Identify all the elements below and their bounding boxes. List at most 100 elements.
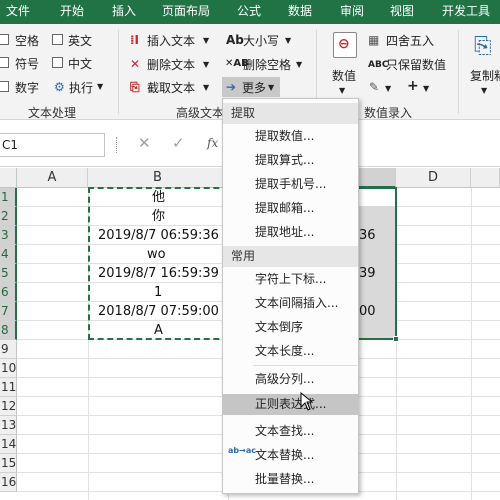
- cell-c5[interactable]: 39: [359, 264, 376, 283]
- extract-text-icon: ⎘: [130, 80, 140, 94]
- menu-item-batch-replace[interactable]: 批量替换...: [223, 469, 358, 490]
- arrow-right-icon: ➔: [226, 80, 237, 94]
- menu-item-extract-address[interactable]: 提取地址...: [223, 222, 358, 243]
- more-button-label: 更多: [242, 81, 267, 95]
- execute-button[interactable]: 执行: [69, 79, 93, 96]
- row-header[interactable]: 1: [0, 188, 17, 207]
- group-label-text-processing: 文本处理: [28, 106, 77, 120]
- execute-icon: ⚙: [54, 80, 65, 94]
- case-icon: Ab: [226, 33, 244, 47]
- menu-separator: [253, 365, 357, 366]
- row-header[interactable]: 12: [0, 397, 17, 416]
- keep-values-button[interactable]: 只保留数值: [386, 56, 446, 73]
- row-header[interactable]: 14: [0, 435, 17, 454]
- cancel-icon[interactable]: ✕: [138, 136, 151, 151]
- row-header[interactable]: 16: [0, 473, 17, 492]
- gridline: [471, 188, 472, 500]
- row-header[interactable]: 9: [0, 340, 17, 359]
- menu-item-extract-email[interactable]: 提取邮箱...: [223, 198, 358, 219]
- row-header[interactable]: 8: [0, 321, 17, 340]
- copy-marquee: [88, 187, 229, 340]
- row-header[interactable]: 2: [0, 207, 17, 226]
- chevron-down-icon: ▼: [203, 36, 210, 45]
- delete-space-button[interactable]: 删除空格: [243, 56, 291, 73]
- cell-c7[interactable]: 00: [359, 302, 376, 321]
- row-header[interactable]: 3: [0, 226, 17, 245]
- tab-formulas[interactable]: 公式: [237, 0, 261, 24]
- more-dropdown-menu: 提取 提取数值... 提取算式... 提取手机号... 提取邮箱... 提取地址…: [222, 98, 359, 494]
- name-box[interactable]: C1: [0, 133, 105, 157]
- cell-c3[interactable]: 36: [359, 226, 376, 245]
- tab-data[interactable]: 数据: [288, 0, 312, 24]
- column-header-a[interactable]: A: [17, 168, 88, 188]
- tab-view[interactable]: 视图: [390, 0, 414, 24]
- tab-review[interactable]: 审阅: [340, 0, 364, 24]
- tab-page-layout[interactable]: 页面布局: [162, 0, 210, 24]
- row-header[interactable]: 15: [0, 454, 17, 473]
- menu-item-interval-insert[interactable]: 文本间隔插入...: [223, 293, 358, 314]
- chevron-down-icon: ▼: [203, 60, 210, 69]
- insert-text-button[interactable]: 插入文本: [147, 32, 195, 49]
- row-header[interactable]: 11: [0, 378, 17, 397]
- row-header[interactable]: 4: [0, 245, 17, 264]
- copy-paste-icon: ⎘: [474, 34, 492, 59]
- tab-developer[interactable]: 开发工具: [442, 0, 490, 24]
- chevron-down-icon: ▼: [268, 83, 275, 92]
- menu-item-extract-number[interactable]: 提取数值...: [223, 126, 358, 147]
- chinese-checkbox-label: 中文: [68, 57, 93, 71]
- plus-button[interactable]: +: [407, 78, 419, 94]
- ribbon-tab-bar: 文件 开始 插入 页面布局 公式 数据 审阅 视图 开发工具: [0, 0, 500, 24]
- insert-function-icon[interactable]: fx: [207, 136, 218, 150]
- menu-item-regex[interactable]: 正则表达式...: [223, 394, 358, 415]
- symbol-checkbox-label: 符号: [15, 57, 40, 71]
- mouse-cursor-icon: [300, 392, 314, 411]
- group-divider: [458, 30, 459, 114]
- chevron-down-icon: ▼: [339, 86, 346, 95]
- menu-section-common: 常用: [223, 246, 358, 267]
- chevron-down-icon: ▼: [296, 60, 303, 69]
- edit-icon: ✎: [369, 80, 380, 94]
- menu-item-reverse-text[interactable]: 文本倒序: [223, 317, 358, 338]
- numeric-icon: ⊖: [333, 32, 357, 58]
- english-checkbox-label: 英文: [68, 34, 93, 48]
- row-header[interactable]: 5: [0, 264, 17, 283]
- numeric-button[interactable]: 数值: [332, 67, 356, 84]
- chevron-down-icon: ▼: [285, 36, 292, 45]
- group-divider: [118, 30, 119, 114]
- tab-file[interactable]: 文件: [6, 0, 30, 24]
- case-button[interactable]: 大小写: [243, 32, 279, 49]
- column-header-b[interactable]: B: [88, 168, 228, 188]
- group-label-advanced-text: 高级文本: [176, 106, 225, 120]
- replace-icon: ab→ac: [228, 446, 256, 455]
- english-checkbox[interactable]: [52, 34, 63, 45]
- menu-item-text-length[interactable]: 文本长度...: [223, 341, 358, 362]
- menu-item-extract-phone[interactable]: 提取手机号...: [223, 174, 358, 195]
- space-checkbox[interactable]: [0, 34, 9, 45]
- row-header[interactable]: 10: [0, 359, 17, 378]
- tab-home[interactable]: 开始: [60, 0, 84, 24]
- number-checkbox[interactable]: [0, 81, 9, 92]
- menu-item-text-find[interactable]: 文本查找...: [223, 421, 358, 442]
- chevron-down-icon: ▼: [97, 82, 104, 91]
- select-all-corner[interactable]: [0, 168, 17, 188]
- extract-text-button[interactable]: 截取文本: [147, 79, 195, 96]
- confirm-icon[interactable]: ✓: [172, 136, 185, 151]
- fill-handle[interactable]: [393, 336, 399, 342]
- row-header[interactable]: 13: [0, 416, 17, 435]
- menu-item-advanced-split[interactable]: 高级分列...: [223, 369, 358, 390]
- column-header-d[interactable]: D: [396, 168, 471, 188]
- delete-text-icon: ✕: [130, 57, 141, 71]
- round-button[interactable]: 四舍五入: [386, 32, 434, 49]
- row-header[interactable]: 7: [0, 302, 17, 321]
- delete-text-button[interactable]: 删除文本: [147, 56, 195, 73]
- row-header[interactable]: 6: [0, 283, 17, 302]
- symbol-checkbox[interactable]: [0, 57, 9, 68]
- tab-insert[interactable]: 插入: [112, 0, 136, 24]
- column-header-e[interactable]: [471, 168, 500, 188]
- chinese-checkbox[interactable]: [52, 57, 63, 68]
- menu-item-superscript[interactable]: 字符上下标...: [223, 269, 358, 290]
- space-checkbox-label: 空格: [15, 34, 40, 48]
- copy-paste-button[interactable]: 复制粘: [470, 67, 500, 84]
- formula-bar-grip[interactable]: [116, 137, 118, 153]
- menu-item-extract-formula[interactable]: 提取算式...: [223, 150, 358, 171]
